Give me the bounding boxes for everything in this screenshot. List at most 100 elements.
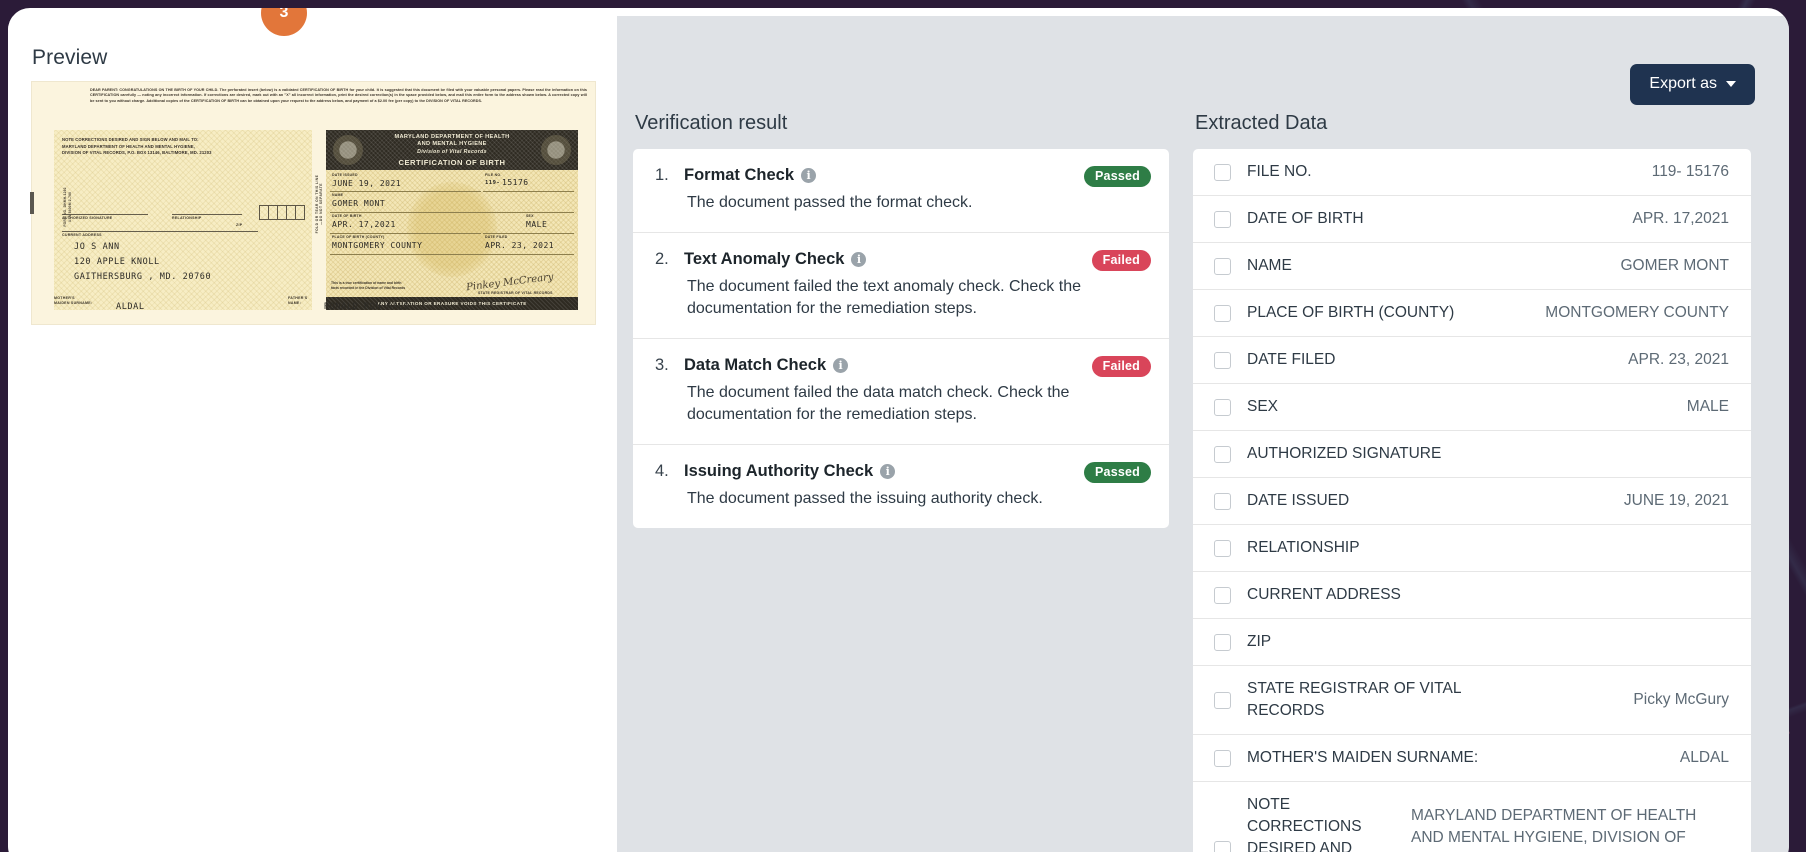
- row-checkbox[interactable]: [1214, 163, 1231, 181]
- verification-item[interactable]: 1. Format Check i The document passed th…: [633, 149, 1169, 234]
- father-name-value: RONALD RON NALD: [324, 302, 410, 312]
- row-checkbox[interactable]: [1214, 351, 1231, 369]
- cert-divider-3b: [483, 233, 574, 234]
- certificate-correction-half: NOTE CORRECTIONS DESIRED AND SIGN BELOW …: [54, 130, 312, 310]
- extracted-field-label: ZIP: [1247, 633, 1272, 650]
- relationship-label: RELATIONSHIP: [172, 216, 202, 220]
- mother-maiden-value: ALDAL: [116, 302, 145, 312]
- document-edge-mark: [30, 192, 34, 214]
- zip-label: ZIP: [236, 223, 243, 227]
- verification-column: Verification result 1. Format Check i Th…: [633, 112, 1169, 852]
- preview-title: Preview: [32, 46, 108, 69]
- extracted-row[interactable]: RELATIONSHIP: [1193, 525, 1751, 572]
- extracted-row[interactable]: FILE NO. 119- 15176: [1193, 149, 1751, 196]
- fold-strip: FOLD OR TEAR ON THIS LINE—DO NOT SEPARAT…: [312, 130, 326, 310]
- row-checkbox[interactable]: [1214, 586, 1231, 604]
- info-icon[interactable]: i: [880, 464, 896, 480]
- certificate-correction-note: NOTE CORRECTIONS DESIRED AND SIGN BELOW …: [62, 137, 212, 155]
- cert-file-no-label: FILE NO.: [485, 173, 502, 177]
- extracted-field-label: NOTE CORRECTIONS DESIRED AND SIGN BELOW …: [1247, 796, 1362, 852]
- info-icon[interactable]: i: [851, 252, 867, 268]
- row-checkbox[interactable]: [1214, 210, 1231, 228]
- cert-sex-value: MALE: [526, 220, 548, 229]
- app-card: 3 Preview DEAR PARENT: CONGRATULATIONS O…: [8, 8, 1789, 852]
- fold-strip-text: FOLD OR TEAR ON THIS LINE—DO NOT SEPARAT…: [315, 174, 323, 234]
- status-badge: Failed: [1091, 356, 1151, 378]
- extracted-row[interactable]: PLACE OF BIRTH (COUNTY) MONTGOMERY COUNT…: [1193, 290, 1751, 337]
- row-checkbox[interactable]: [1214, 304, 1231, 322]
- extracted-field-label: DATE OF BIRTH: [1247, 210, 1364, 227]
- row-checkbox[interactable]: [1214, 398, 1231, 416]
- extracted-field-label: RELATIONSHIP: [1247, 539, 1360, 556]
- verification-item-name: Format Check: [684, 166, 795, 184]
- verification-item-name: Text Anomaly Check: [684, 250, 845, 269]
- address-line-3: GAITHERSBURG , MD. 20760: [74, 272, 212, 282]
- extracted-field-value: Picky McGury: [1633, 691, 1729, 708]
- cert-header-line-3: Division of Vital Records: [417, 149, 487, 155]
- verification-item[interactable]: 3. Data Match Check i The document faile…: [633, 339, 1169, 446]
- extracted-row[interactable]: SEX MALE: [1193, 384, 1751, 431]
- extracted-field-value: JUNE 19, 2021: [1623, 492, 1729, 509]
- verification-item-number: 4.: [655, 462, 669, 481]
- info-icon[interactable]: i: [801, 168, 817, 183]
- verification-item-description: The document passed the issuing authorit…: [687, 490, 1043, 508]
- status-badge: Passed: [1084, 462, 1151, 484]
- cert-file-no-value: 15176: [502, 178, 529, 187]
- zip-boxes: [259, 205, 305, 220]
- extracted-row[interactable]: ZIP: [1193, 619, 1751, 666]
- extracted-field-value: ALDAL: [1679, 749, 1729, 766]
- cert-divider-1a: [330, 191, 481, 192]
- verification-item-title-row: 4. Issuing Authority Check i: [655, 462, 1147, 481]
- extracted-field-value: MONTGOMERY COUNTY: [1545, 304, 1729, 321]
- info-icon[interactable]: i: [833, 358, 849, 374]
- cert-header-line-2: AND MENTAL HYGIENE: [417, 141, 487, 147]
- extracted-row[interactable]: CURRENT ADDRESS: [1193, 572, 1751, 619]
- certificate-half: MARYLAND DEPARTMENT OF HEALTH AND MENTAL…: [326, 130, 578, 310]
- extracted-row[interactable]: NAME GOMER MONT: [1193, 243, 1751, 290]
- cert-divider-1b: [483, 191, 574, 192]
- cert-dob-label: DATE OF BIRTH: [332, 214, 362, 218]
- row-checkbox[interactable]: [1214, 257, 1231, 275]
- results-workspace: Export as Verification result 1. Format …: [617, 16, 1789, 852]
- row-checkbox[interactable]: [1214, 840, 1231, 852]
- extracted-field-label: NAME: [1247, 257, 1292, 274]
- row-checkbox[interactable]: [1214, 492, 1231, 510]
- cert-divider-3a: [330, 233, 481, 234]
- chevron-down-icon: [1726, 81, 1736, 87]
- verification-item[interactable]: 4. Issuing Authority Check i The documen…: [633, 445, 1169, 528]
- certificate-header: MARYLAND DEPARTMENT OF HEALTH AND MENTAL…: [326, 130, 578, 170]
- extracted-field-label: PLACE OF BIRTH (COUNTY): [1247, 304, 1455, 321]
- watermark-seal: [407, 182, 497, 277]
- cert-place-label: PLACE OF BIRTH (COUNTY): [332, 235, 385, 239]
- row-checkbox[interactable]: [1214, 691, 1231, 709]
- extracted-row[interactable]: DATE OF BIRTH APR. 17,2021: [1193, 196, 1751, 243]
- preview-pane: Preview DEAR PARENT: CONGRATULATIONS ON …: [8, 16, 617, 852]
- extracted-row[interactable]: AUTHORIZED SIGNATURE: [1193, 431, 1751, 478]
- extracted-row[interactable]: NOTE CORRECTIONS DESIRED AND SIGN BELOW …: [1193, 782, 1751, 852]
- verification-item-number: 1.: [655, 166, 669, 184]
- extracted-row[interactable]: DATE ISSUED JUNE 19, 2021: [1193, 478, 1751, 525]
- row-checkbox[interactable]: [1214, 539, 1231, 557]
- row-checkbox[interactable]: [1214, 749, 1231, 767]
- export-as-button[interactable]: Export as: [1630, 64, 1755, 105]
- extracted-field-label: SEX: [1247, 398, 1279, 415]
- verification-heading: Verification result: [635, 112, 788, 134]
- cert-header-line-1: MARYLAND DEPARTMENT OF HEALTH: [394, 134, 510, 140]
- row-checkbox[interactable]: [1214, 633, 1231, 651]
- extracted-row[interactable]: MOTHER'S MAIDEN SURNAME: ALDAL: [1193, 735, 1751, 782]
- father-name-label: FATHER'S NAME:: [288, 296, 308, 306]
- verification-item[interactable]: 2. Text Anomaly Check i The document fai…: [633, 233, 1169, 340]
- extracted-row[interactable]: STATE REGISTRAR OF VITAL RECORDS Picky M…: [1193, 666, 1751, 735]
- cert-file-no-prefix: 119-: [485, 180, 501, 186]
- authorized-signature-line: [62, 214, 148, 215]
- extracted-field-value: APR. 23, 2021: [1628, 351, 1729, 368]
- row-checkbox[interactable]: [1214, 445, 1231, 463]
- extracted-data-heading: Extracted Data: [1195, 112, 1328, 134]
- status-badge: Failed: [1091, 250, 1151, 272]
- extracted-row[interactable]: DATE FILED APR. 23, 2021: [1193, 337, 1751, 384]
- verification-item-name: Data Match Check: [684, 356, 827, 375]
- extracted-field-value: MARYLAND DEPARTMENT OF HEALTH AND MENTAL…: [1411, 807, 1697, 852]
- address-line-2: 120 APPLE KNOLL: [74, 257, 160, 267]
- document-preview-image[interactable]: DEAR PARENT: CONGRATULATIONS ON THE BIRT…: [30, 82, 595, 324]
- extracted-field-label: MOTHER'S MAIDEN SURNAME:: [1247, 749, 1479, 766]
